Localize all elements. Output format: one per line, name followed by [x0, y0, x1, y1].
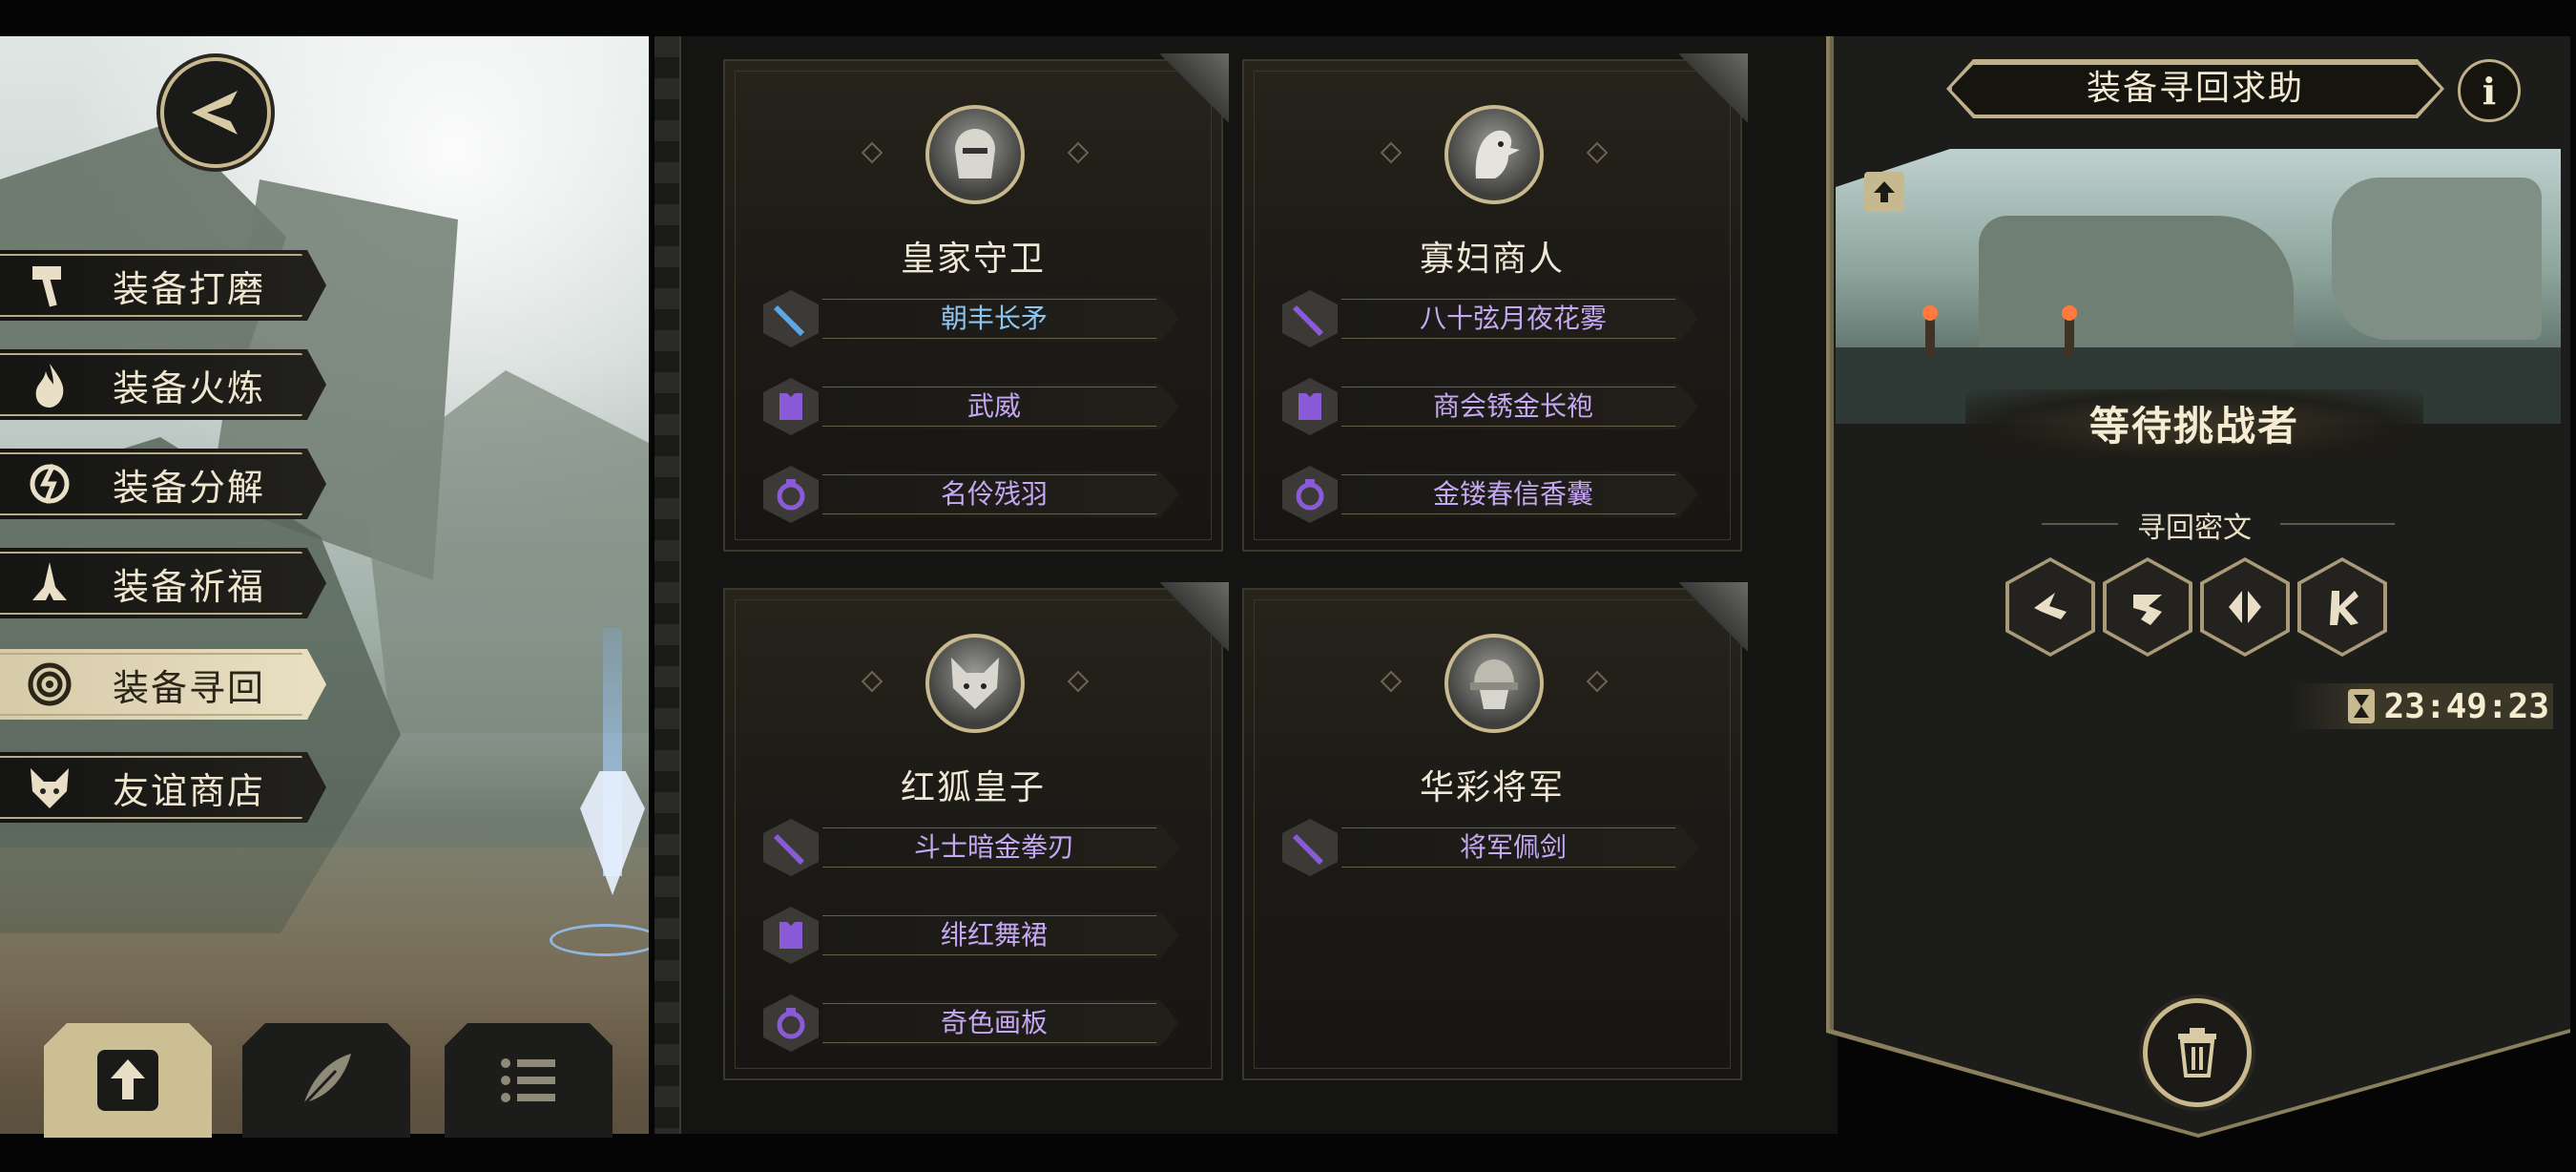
equipment-name: 名伶残羽: [940, 478, 1048, 510]
equipment-slot[interactable]: 八十弦月夜花雾: [1282, 290, 1702, 347]
rune-4-icon: [2301, 561, 2383, 653]
timer-value: 23:49:23: [2383, 686, 2549, 726]
equipment-slot[interactable]: 斗士暗金拳刃: [763, 819, 1183, 876]
trash-icon: [2178, 1028, 2216, 1078]
decorative-border: [654, 36, 681, 1134]
character-name: 寡妇商人: [1419, 240, 1565, 279]
menu-item-polish[interactable]: 装备打磨: [0, 250, 326, 321]
equipment-name: 奇色画板: [940, 1007, 1048, 1038]
flame-icon: [21, 356, 78, 413]
character-card[interactable]: 红狐皇子 斗士暗金拳刃 绯红舞裙 奇色画板: [723, 582, 1229, 1080]
menu-item-bless[interactable]: 装备祈福: [0, 548, 326, 618]
upload-icon: [1874, 181, 1895, 202]
equipment-slot[interactable]: 将军佩剑: [1282, 819, 1702, 876]
tab-upload[interactable]: [44, 1023, 212, 1138]
character-card[interactable]: 寡妇商人 八十弦月夜花雾 商会锈金长袍 金镂春信香囊: [1242, 53, 1748, 552]
upload-icon: [80, 1033, 176, 1128]
equipment-name: 商会锈金长袍: [1432, 390, 1593, 422]
hourglass-icon: [2347, 689, 2375, 723]
character-name: 华彩将军: [1419, 768, 1565, 807]
pray-hands-icon: [21, 555, 78, 612]
ring-icon: [763, 994, 819, 1052]
menu-item-retrieve[interactable]: 装备寻回: [0, 649, 326, 720]
menu-item-label: 装备分解: [113, 466, 266, 509]
equipment-slot[interactable]: 绯红舞裙: [763, 907, 1183, 964]
list-icon: [481, 1033, 576, 1128]
menu-item-dismantle[interactable]: 装备分解: [0, 449, 326, 519]
menu-item-forge[interactable]: 装备火炼: [0, 349, 326, 420]
info-icon: i: [2482, 69, 2497, 113]
character-name: 皇家守卫: [900, 240, 1046, 279]
equipment-name: 绯红舞裙: [940, 919, 1048, 951]
character-card[interactable]: 华彩将军 将军佩剑: [1242, 582, 1748, 1080]
equipment-name: 武威: [966, 390, 1021, 422]
equipment-name: 将军佩剑: [1459, 831, 1567, 863]
equipment-slot[interactable]: 武威: [763, 378, 1183, 435]
rune-3-icon: [2204, 561, 2286, 653]
ring-icon: [1282, 466, 1338, 523]
panel-title: 装备寻回求助: [2086, 69, 2304, 108]
rune-1-icon: [2009, 561, 2091, 653]
back-arrow-icon: [192, 91, 238, 135]
rune-2-icon: [2107, 561, 2189, 653]
character-card[interactable]: 皇家守卫 朝丰长矛 武威 名伶残羽: [723, 53, 1229, 552]
tab-list[interactable]: [445, 1023, 613, 1138]
character-name: 红狐皇子: [900, 768, 1046, 807]
hammer-icon: [21, 257, 78, 314]
fox-avatar: [925, 634, 1025, 733]
equipment-name: 朝丰长矛: [940, 303, 1048, 334]
equipment-name: 八十弦月夜花雾: [1419, 303, 1607, 334]
bird-avatar: [1444, 105, 1544, 204]
sword-icon: [763, 819, 819, 876]
status-text: 等待挑战者: [2088, 403, 2299, 450]
delete-button[interactable]: [2143, 998, 2252, 1107]
menu-item-label: 装备寻回: [113, 666, 266, 709]
share-button[interactable]: [1864, 172, 1904, 212]
sword-icon: [1282, 290, 1338, 347]
tab-feather[interactable]: [242, 1023, 410, 1138]
sword-icon: [763, 290, 819, 347]
marker-ring: [550, 924, 649, 956]
info-button[interactable]: i: [2458, 59, 2521, 122]
cipher-title: 寻回密文: [2137, 512, 2252, 545]
back-button[interactable]: [160, 57, 271, 168]
countdown-timer: 23:49:23: [2290, 683, 2553, 729]
knight-avatar: [925, 105, 1025, 204]
challenge-scene: [1836, 149, 2561, 424]
equipment-slot[interactable]: 金镂春信香囊: [1282, 466, 1702, 523]
equipment-name: 金镂春信香囊: [1432, 478, 1593, 510]
feather-icon: [279, 1033, 374, 1128]
menu-item-label: 装备打磨: [113, 267, 266, 310]
menu-item-shop[interactable]: 友谊商店: [0, 752, 326, 823]
sword-icon: [1282, 819, 1338, 876]
fox-icon: [21, 759, 78, 816]
menu-item-label: 友谊商店: [113, 769, 266, 812]
armor-icon: [1282, 378, 1338, 435]
menu-item-label: 装备火炼: [113, 366, 266, 409]
equipment-name: 斗士暗金拳刃: [913, 831, 1074, 863]
equipment-slot[interactable]: 名伶残羽: [763, 466, 1183, 523]
armor-icon: [763, 907, 819, 964]
armor-icon: [763, 378, 819, 435]
menu-item-label: 装备祈福: [113, 565, 266, 608]
spiral-icon: [21, 656, 78, 713]
equipment-slot[interactable]: 朝丰长矛: [763, 290, 1183, 347]
general-avatar: [1444, 634, 1544, 733]
ring-icon: [763, 466, 819, 523]
equipment-slot[interactable]: 商会锈金长袍: [1282, 378, 1702, 435]
equipment-slot[interactable]: 奇色画板: [763, 994, 1183, 1052]
break-icon: [21, 455, 78, 513]
